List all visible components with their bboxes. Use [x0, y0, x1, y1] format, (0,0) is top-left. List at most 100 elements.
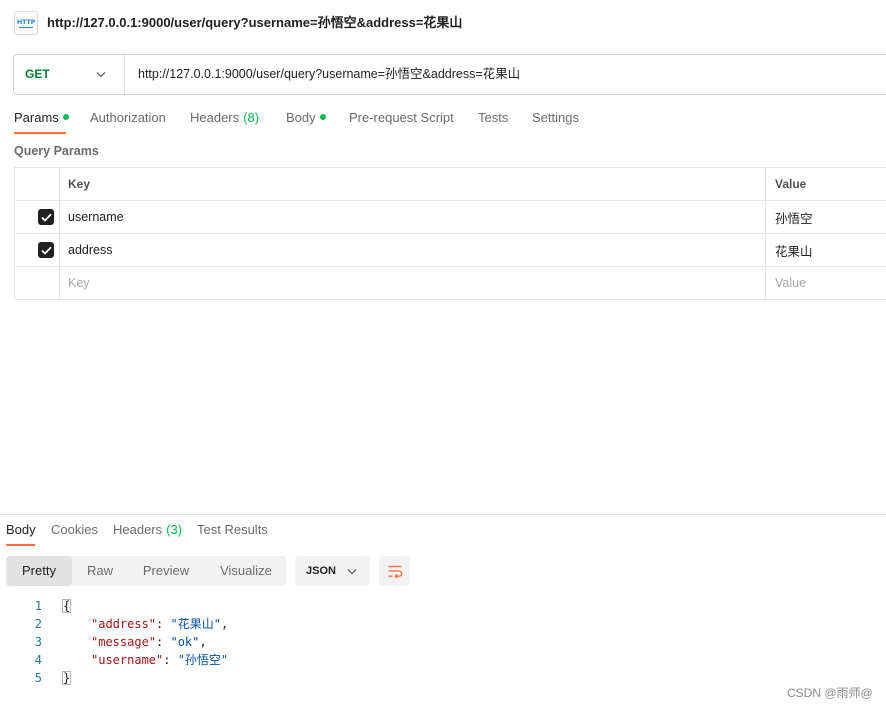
json-colon: : — [156, 635, 171, 649]
params-tab-underline — [14, 132, 66, 134]
tab-pre-request-script-label: Pre-request Script — [349, 110, 454, 125]
line-number: 5 — [34, 671, 42, 685]
code-content: "username": "孙悟空" — [62, 651, 228, 669]
code-content: "address": "花果山", — [62, 615, 228, 633]
tab-settings[interactable]: Settings — [532, 110, 579, 126]
table-row: username 孙悟空 — [15, 201, 886, 234]
table-row-new: Key Value — [15, 267, 886, 300]
param-checkbox[interactable] — [38, 242, 54, 258]
query-params-table: Key Value username 孙悟空 address 花果山 Key V… — [14, 167, 886, 300]
new-param-key-input[interactable]: Key — [60, 267, 766, 299]
request-bar: GET http://127.0.0.1:9000/user/query?use… — [13, 54, 886, 95]
table-header-row: Key Value — [15, 168, 886, 201]
body-indicator-dot — [319, 114, 326, 120]
json-string-value: "ok" — [170, 635, 200, 649]
header-check-cell — [15, 168, 60, 200]
open-brace: { — [62, 599, 72, 613]
check-cell — [15, 234, 60, 266]
request-title[interactable]: http://127.0.0.1:9000/user/query?usernam… — [47, 15, 462, 31]
check-cell — [15, 201, 60, 233]
param-checkbox[interactable] — [38, 209, 54, 225]
response-tab-test-results-label: Test Results — [197, 522, 268, 537]
method-label: GET — [25, 67, 50, 81]
view-mode-switcher: Pretty Raw Preview Visualize — [6, 556, 286, 586]
column-header-key: Key — [60, 168, 766, 200]
response-tab-body-label: Body — [6, 522, 36, 537]
code-line: 5 } — [0, 669, 420, 687]
code-content: } — [62, 669, 72, 687]
param-value-cell[interactable]: 孙悟空 — [766, 201, 886, 233]
headers-count: (8) — [243, 110, 260, 125]
tab-authorization-label: Authorization — [90, 110, 166, 125]
line-number: 3 — [34, 635, 42, 649]
code-line: 3 "message": "ok", — [0, 633, 420, 651]
url-input[interactable]: http://127.0.0.1:9000/user/query?usernam… — [138, 55, 520, 94]
code-line: 2 "address": "花果山", — [0, 615, 420, 633]
response-body-tab-underline — [6, 544, 35, 546]
view-mode-raw[interactable]: Raw — [78, 556, 122, 586]
view-mode-visualize[interactable]: Visualize — [210, 556, 282, 586]
checkmark-icon — [40, 246, 52, 255]
param-key-cell[interactable]: username — [60, 201, 766, 233]
params-indicator-dot — [62, 114, 69, 120]
watermark: CSDN @雨师@ — [787, 686, 873, 700]
json-string-value: "花果山" — [170, 617, 221, 631]
json-key: "message" — [91, 635, 157, 649]
response-tab-cookies[interactable]: Cookies — [51, 522, 98, 538]
http-icon-line — [19, 27, 33, 28]
close-brace: } — [62, 671, 72, 685]
view-mode-pretty[interactable]: Pretty — [6, 556, 72, 586]
tab-pre-request-script[interactable]: Pre-request Script — [349, 110, 454, 126]
response-tab-cookies-label: Cookies — [51, 522, 98, 537]
response-body-code[interactable]: 1 { 2 "address": "花果山", 3 "message": "ok… — [0, 597, 420, 687]
param-key-cell[interactable]: address — [60, 234, 766, 266]
response-pane-divider[interactable] — [0, 514, 886, 515]
response-tab-headers[interactable]: Headers (3) — [113, 522, 182, 538]
format-label: JSON — [306, 565, 336, 577]
column-header-value: Value — [775, 177, 807, 191]
table-row: address 花果山 — [15, 234, 886, 267]
wrap-lines-icon — [388, 565, 402, 578]
new-param-value-input[interactable]: Value — [766, 267, 886, 299]
http-icon-label: HTTP — [16, 18, 36, 26]
tab-authorization[interactable]: Authorization — [90, 110, 166, 126]
response-tab-headers-label: Headers — [113, 522, 163, 537]
param-value-cell[interactable]: 花果山 — [766, 234, 886, 266]
method-select[interactable]: GET — [14, 55, 124, 94]
code-line: 1 { — [0, 597, 420, 615]
view-mode-preview[interactable]: Preview — [128, 556, 204, 586]
tab-settings-label: Settings — [532, 110, 579, 125]
json-string-value: "孙悟空" — [177, 653, 229, 667]
json-key: "address" — [91, 617, 157, 631]
code-content: "message": "ok", — [62, 633, 207, 651]
code-line: 4 "username": "孙悟空" — [0, 651, 420, 669]
response-headers-count: (3) — [166, 522, 183, 537]
checkmark-icon — [40, 213, 52, 222]
wrap-lines-button[interactable] — [379, 556, 410, 586]
line-number: 1 — [34, 599, 42, 613]
code-content: { — [62, 597, 72, 615]
chevron-down-icon — [347, 568, 357, 575]
json-key: "username" — [91, 653, 164, 667]
check-cell — [15, 267, 60, 299]
response-tab-test-results[interactable]: Test Results — [197, 522, 268, 538]
tab-headers-label: Headers — [190, 110, 240, 125]
tab-params-label: Params — [14, 110, 59, 125]
line-number: 4 — [34, 653, 42, 667]
tab-headers[interactable]: Headers (8) — [190, 110, 259, 126]
tab-tests[interactable]: Tests — [478, 110, 508, 126]
tab-params[interactable]: Params — [14, 110, 69, 126]
tab-tests-label: Tests — [478, 110, 509, 125]
method-divider — [124, 55, 125, 94]
json-comma: , — [199, 635, 207, 649]
json-colon: : — [163, 653, 178, 667]
format-select[interactable]: JSON — [295, 556, 370, 586]
tab-body-label: Body — [286, 110, 316, 125]
chevron-down-icon — [96, 71, 106, 78]
json-colon: : — [156, 617, 171, 631]
query-params-title: Query Params — [14, 144, 99, 158]
http-request-icon: HTTP — [14, 11, 38, 35]
json-comma: , — [220, 617, 229, 631]
response-tab-body[interactable]: Body — [6, 522, 36, 538]
tab-body[interactable]: Body — [286, 110, 326, 126]
